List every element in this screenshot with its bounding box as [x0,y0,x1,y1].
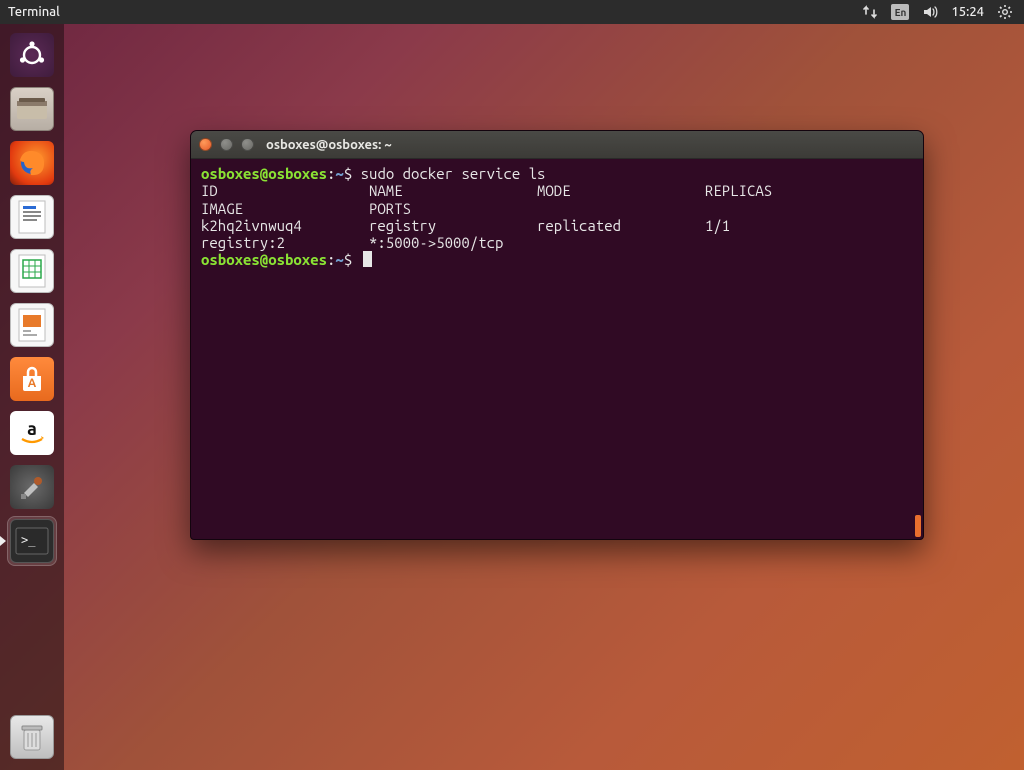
svg-text:a: a [27,419,37,439]
launcher: A a >_ [0,24,64,770]
launcher-item-dash[interactable] [7,30,57,80]
window-close-button[interactable] [199,138,212,151]
terminal-body[interactable]: osboxes@osboxes:~$ sudo docker service l… [191,159,923,275]
prompt-userhost: osboxes@osboxes [201,165,327,182]
prompt-userhost: osboxes@osboxes [201,251,327,268]
prompt-sigil: $ [344,251,352,268]
clock[interactable]: 15:24 [951,5,984,19]
amazon-icon: a [10,411,54,455]
gear-icon[interactable] [996,3,1014,21]
sound-icon[interactable] [921,3,939,21]
terminal-command: sudo docker service ls [361,165,546,182]
keyboard-indicator[interactable]: En [891,4,909,20]
terminal-output-header: ID NAME MODE REPLICAS IMAGE PORTS [201,182,873,216]
settings-icon [10,465,54,509]
window-minimize-button[interactable] [220,138,233,151]
network-icon[interactable] [861,3,879,21]
launcher-item-trash[interactable] [7,712,57,762]
system-tray: En 15:24 [861,3,1024,21]
launcher-item-firefox[interactable] [7,138,57,188]
libreoffice-calc-icon [10,249,54,293]
ubuntu-software-icon: A [10,357,54,401]
launcher-item-impress[interactable] [7,300,57,350]
launcher-item-amazon[interactable]: a [7,408,57,458]
active-app-title: Terminal [8,5,60,19]
ubuntu-logo-icon [10,33,54,77]
prompt-path: ~ [335,251,343,268]
libreoffice-writer-icon [10,195,54,239]
launcher-item-files[interactable] [7,84,57,134]
terminal-cursor [363,251,372,267]
terminal-scroll-indicator [915,515,921,537]
launcher-item-calc[interactable] [7,246,57,296]
svg-text:A: A [28,377,37,390]
top-panel: Terminal En 15:24 [0,0,1024,24]
terminal-title: osboxes@osboxes: ~ [266,138,392,152]
terminal-icon: >_ [10,519,54,563]
launcher-item-writer[interactable] [7,192,57,242]
launcher-item-terminal[interactable]: >_ [7,516,57,566]
svg-text:>_: >_ [21,533,36,547]
trash-icon [10,715,54,759]
files-icon [10,87,54,131]
launcher-item-settings[interactable] [7,462,57,512]
libreoffice-impress-icon [10,303,54,347]
terminal-titlebar[interactable]: osboxes@osboxes: ~ [191,131,923,159]
prompt-path: ~ [335,165,343,182]
firefox-icon [10,141,54,185]
terminal-window[interactable]: osboxes@osboxes: ~ osboxes@osboxes:~$ su… [190,130,924,540]
terminal-output-row: k2hq2ivnwuq4 registry replicated 1/1 reg… [201,217,873,251]
prompt-sigil: $ [344,165,352,182]
launcher-item-software[interactable]: A [7,354,57,404]
window-maximize-button[interactable] [241,138,254,151]
